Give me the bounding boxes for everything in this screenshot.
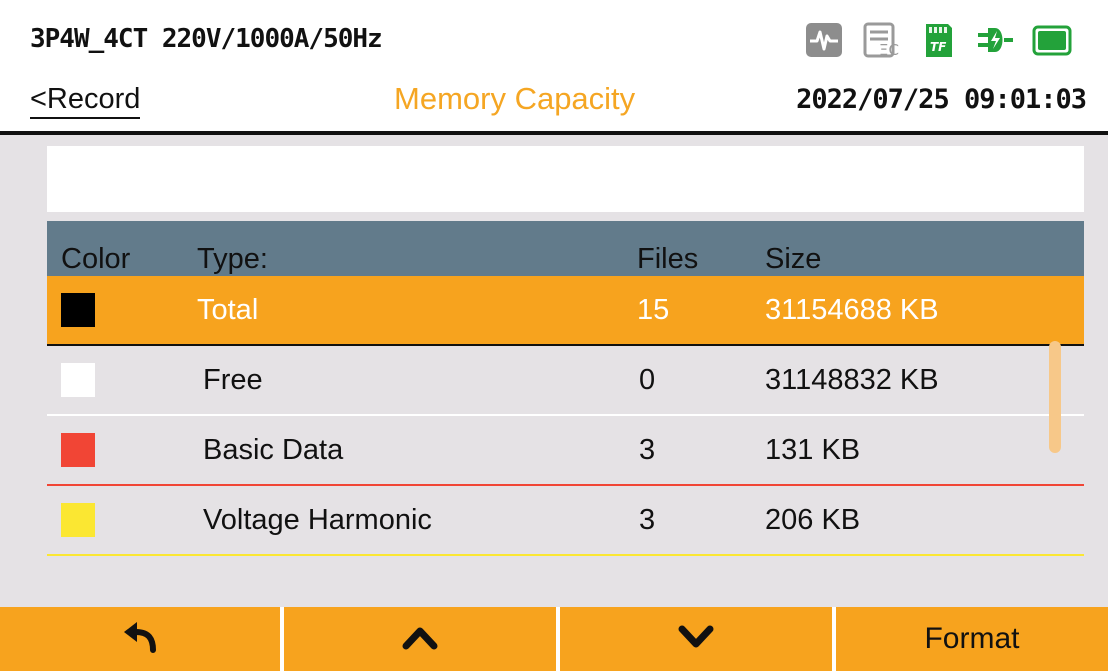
back-to-record-link[interactable]: <Record xyxy=(30,82,141,119)
row-size: 31154688 KB xyxy=(765,294,939,326)
battery-icon xyxy=(1032,20,1072,60)
header-bar: 3P4W_4CT 220V/1000A/50Hz ΞC TF <Record M… xyxy=(0,0,1108,135)
chevron-down-icon xyxy=(676,622,716,656)
row-divider xyxy=(47,554,1084,556)
column-header-type: Type: xyxy=(197,243,268,275)
waveform-icon xyxy=(804,20,844,60)
svg-text:TF: TF xyxy=(930,40,947,54)
back-button[interactable] xyxy=(0,607,280,671)
color-swatch xyxy=(61,293,95,327)
format-button-label: Format xyxy=(924,622,1020,655)
color-swatch xyxy=(61,503,95,537)
row-type: Free xyxy=(203,364,263,396)
memory-capacity-panel: Color Type: Files Size Total 15 31154688… xyxy=(0,135,1108,607)
table-row-voltage-harmonic[interactable]: Voltage Harmonic 3 206 KB xyxy=(47,486,1084,556)
column-header-size: Size xyxy=(765,243,822,275)
row-size: 31148832 KB xyxy=(765,364,939,396)
row-type: Basic Data xyxy=(203,434,344,466)
datetime-display: 2022/07/25 09:01:03 xyxy=(796,84,1087,115)
column-header-files: Files xyxy=(637,243,699,275)
column-header-color: Color xyxy=(61,243,131,275)
color-swatch xyxy=(61,433,95,467)
svg-text:ΞC: ΞC xyxy=(879,41,899,59)
format-button[interactable]: Format xyxy=(836,607,1108,671)
row-size: 206 KB xyxy=(765,504,861,536)
footer-toolbar: Format xyxy=(0,607,1108,671)
table-row-total[interactable]: Total 15 31154688 KB xyxy=(47,276,1084,346)
table-row-basic-data[interactable]: Basic Data 3 131 KB xyxy=(47,416,1084,486)
chevron-up-icon xyxy=(400,622,440,656)
row-files: 0 xyxy=(639,364,656,396)
row-files: 3 xyxy=(639,434,656,466)
back-arrow-icon xyxy=(120,619,160,659)
row-files: 3 xyxy=(639,504,656,536)
list-scrollbar[interactable] xyxy=(1049,341,1061,453)
row-size: 131 KB xyxy=(765,434,861,466)
power-plug-icon xyxy=(975,20,1015,60)
table-row-free[interactable]: Free 0 31148832 KB xyxy=(47,346,1084,416)
scroll-up-button[interactable] xyxy=(284,607,556,671)
wiring-config-label: 3P4W_4CT 220V/1000A/50Hz xyxy=(30,24,383,54)
page-title: Memory Capacity xyxy=(394,81,636,116)
status-icons: ΞC TF xyxy=(804,20,1072,60)
row-type: Total xyxy=(197,294,259,326)
ec-icon: ΞC xyxy=(861,20,901,60)
row-type: Voltage Harmonic xyxy=(203,504,432,536)
tf-card-icon: TF xyxy=(918,20,958,60)
table-header: Color Type: Files Size xyxy=(47,221,1084,276)
scroll-down-button[interactable] xyxy=(560,607,832,671)
row-files: 15 xyxy=(637,294,670,326)
capacity-bar xyxy=(47,146,1084,212)
color-swatch xyxy=(61,363,95,397)
